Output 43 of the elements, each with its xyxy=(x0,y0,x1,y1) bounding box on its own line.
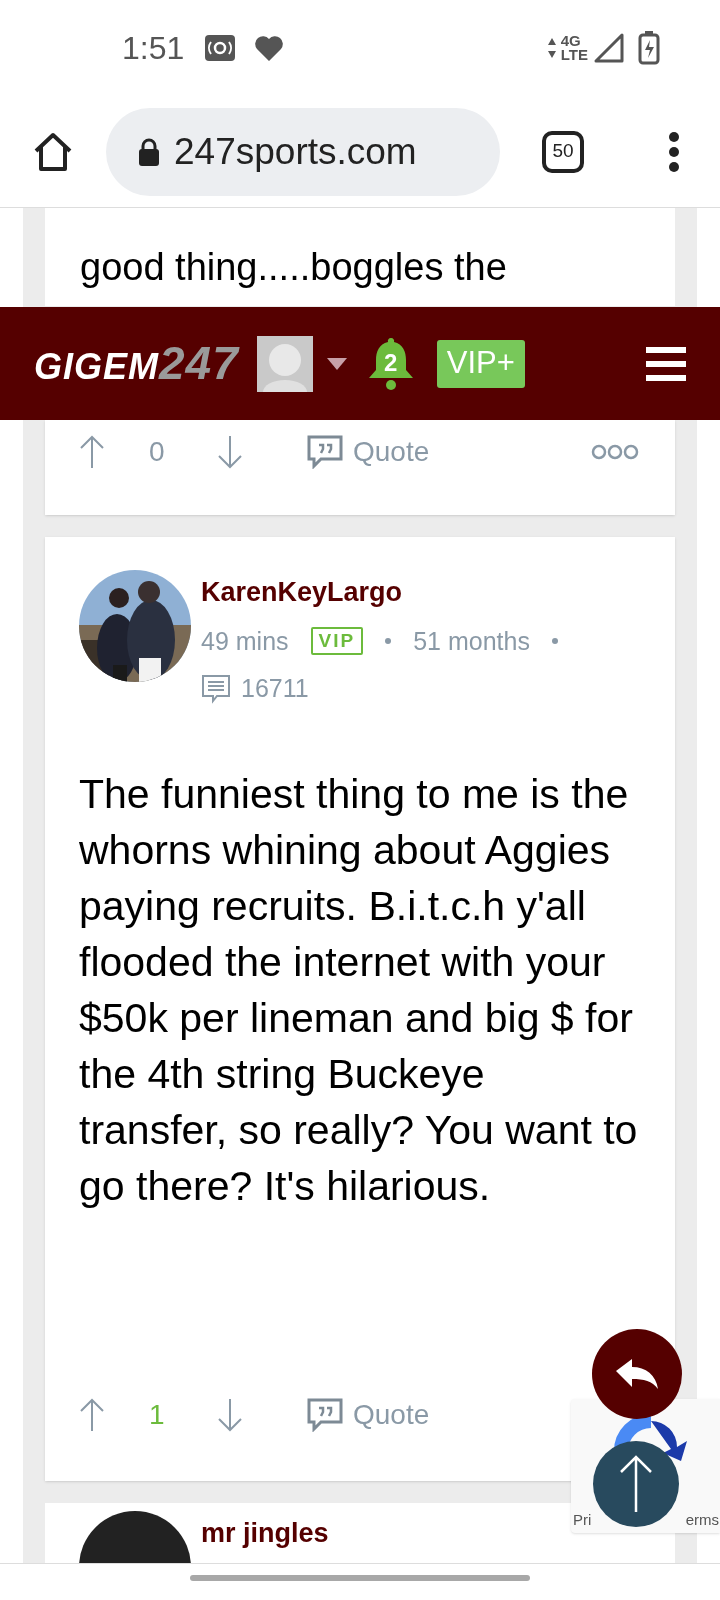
post-time: 49 mins xyxy=(201,625,289,657)
downvote-arrow-icon[interactable] xyxy=(217,434,243,470)
downvote-arrow-icon[interactable] xyxy=(217,1397,243,1433)
signal-icon xyxy=(594,33,624,63)
comment-icon xyxy=(201,673,231,704)
hotspot-icon xyxy=(204,34,237,62)
network-type-label: 4G xyxy=(560,34,582,48)
dropdown-caret-icon[interactable] xyxy=(326,357,347,370)
up-arrow-icon xyxy=(619,1454,653,1514)
bell-icon xyxy=(366,335,415,392)
post-text: good thing.....boggles the xyxy=(80,245,507,290)
user-avatar-placeholder[interactable] xyxy=(256,335,313,392)
quote-bubble-icon xyxy=(307,435,343,469)
post-text: The funniest thing to me is the whorns whining about Aggies paying recruits. B.i.t.c.h y'all flooded the internet with your $50k per lineman and big $ for the 4th string Buckeye transfer, so really? You want to go there? It's hilarious. xyxy=(79,769,639,1211)
vote-count: 1 xyxy=(149,1398,166,1432)
network-type-label: LTE xyxy=(560,48,588,62)
notification-count: 2 xyxy=(384,349,398,376)
more-options-icon[interactable] xyxy=(591,444,639,460)
terms-link[interactable]: erms xyxy=(685,1511,719,1529)
menu-icon[interactable] xyxy=(646,346,686,381)
battery-charging-icon xyxy=(638,31,660,65)
status-time: 1:51 xyxy=(122,29,185,68)
member-tenure: 51 months xyxy=(413,625,530,657)
post-count: 16711 xyxy=(241,673,309,704)
heart-icon xyxy=(254,34,285,62)
home-icon[interactable] xyxy=(32,131,74,172)
more-menu-icon[interactable] xyxy=(668,131,680,172)
privacy-link[interactable]: Pri xyxy=(573,1511,592,1529)
reply-arrow-icon xyxy=(616,1357,658,1391)
vip-badge: VIP xyxy=(310,627,364,656)
quote-bubble-icon xyxy=(307,1398,343,1432)
site-logo[interactable]: GIGEM247 xyxy=(34,329,239,398)
author-name[interactable]: KarenKeyLargo xyxy=(201,572,558,613)
lock-icon xyxy=(138,136,160,167)
url-bar[interactable]: 247sports.com xyxy=(106,107,500,196)
data-arrows-icon xyxy=(546,37,557,59)
upvote-arrow-icon[interactable] xyxy=(79,434,105,470)
tab-count-button[interactable]: 50 xyxy=(542,130,584,173)
url-text: 247sports.com xyxy=(174,129,417,174)
vote-count: 0 xyxy=(149,435,166,469)
gesture-handle[interactable] xyxy=(190,1575,530,1581)
upvote-arrow-icon[interactable] xyxy=(79,1397,105,1433)
author-name[interactable]: mr jingles xyxy=(201,1517,329,1563)
